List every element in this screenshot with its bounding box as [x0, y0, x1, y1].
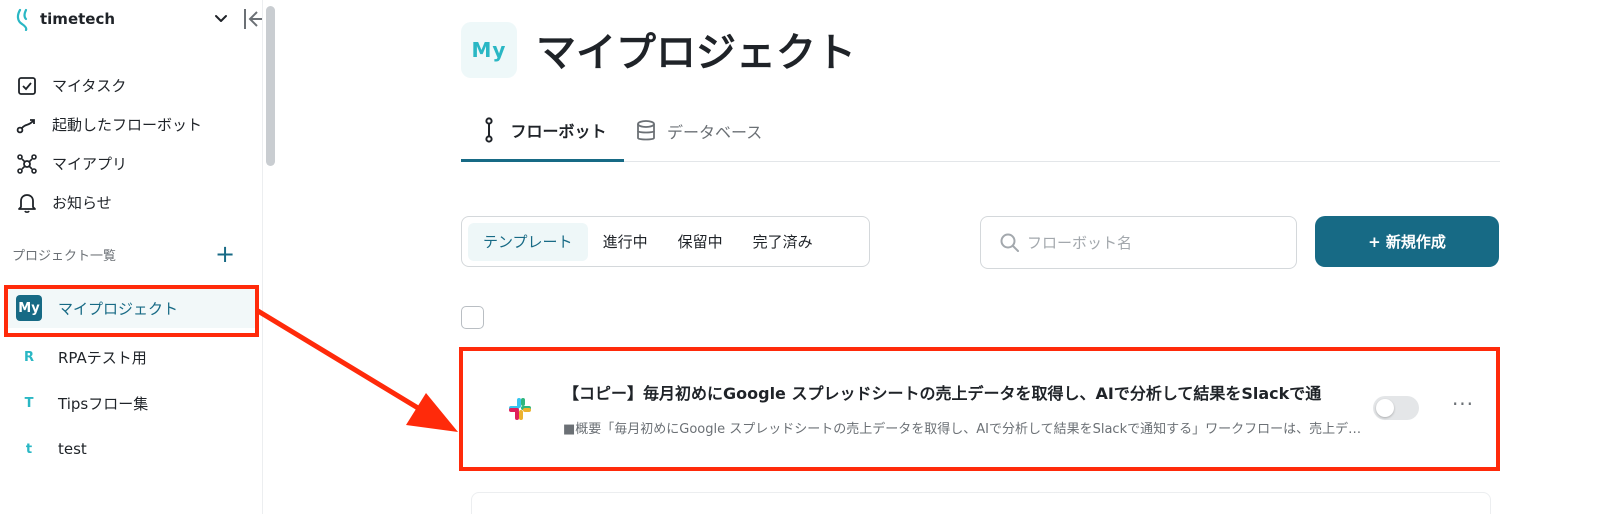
project-item-test[interactable]: t test [8, 426, 256, 472]
slack-icon [509, 398, 531, 420]
tab-database[interactable]: データベース [635, 100, 762, 162]
sidebar: timetech マイタスク 起動したフローボット マイアプリ お知らせ プロジ… [0, 0, 278, 514]
chevron-down-icon[interactable] [212, 8, 230, 30]
create-new-button[interactable]: + 新規作成 [1315, 216, 1499, 267]
project-badge: T [24, 395, 34, 411]
page-title: マイプロジェクト [536, 30, 856, 76]
flowbot-row[interactable]: 【コピー】毎月初めにGoogle スプレッドシートの売上データを取得し、AIで分… [471, 356, 1491, 462]
add-project-button[interactable]: + [214, 242, 236, 266]
project-label: RPAテスト用 [58, 348, 147, 367]
filter-completed[interactable]: 完了済み [738, 223, 828, 261]
sidebar-scrollbar-thumb[interactable] [266, 6, 275, 166]
nav-item-notifications[interactable]: お知らせ [16, 183, 256, 222]
workspace-name: timetech [40, 10, 116, 28]
nav-label: マイタスク [52, 77, 127, 95]
checkbox-icon [16, 75, 38, 97]
nav-item-my-apps[interactable]: マイアプリ [16, 144, 256, 183]
bell-icon [16, 192, 38, 214]
nav-label: マイアプリ [52, 155, 128, 173]
project-badge: t [25, 441, 33, 457]
flowbot-search [980, 216, 1297, 269]
filter-template[interactable]: テンプレート [468, 222, 588, 261]
tab-label: データベース [667, 123, 763, 142]
flowbot-enable-toggle[interactable] [1373, 396, 1419, 420]
project-item-tips[interactable]: T Tipsフロー集 [8, 380, 256, 426]
project-label: Tipsフロー集 [58, 394, 149, 413]
nav-item-my-tasks[interactable]: マイタスク [16, 66, 256, 105]
project-item-rpa-test[interactable]: R RPAテスト用 [8, 334, 256, 380]
tab-label: フローボット [510, 121, 607, 141]
flowbot-title[interactable]: 【コピー】毎月初めにGoogle スプレッドシートの売上データを取得し、AIで分… [563, 380, 1373, 404]
sidebar-nav: マイタスク 起動したフローボット マイアプリ お知らせ [16, 66, 256, 222]
project-badge: R [23, 349, 34, 365]
project-label: マイプロジェクト [58, 299, 179, 318]
nav-item-launched-flows[interactable]: 起動したフローボット [16, 105, 256, 144]
select-all-checkbox[interactable] [461, 306, 484, 329]
project-list: My マイプロジェクト R RPAテスト用 T Tipsフロー集 t test [8, 288, 256, 472]
workspace-switcher[interactable]: timetech [16, 6, 267, 32]
project-item-my-project[interactable]: My マイプロジェクト [8, 288, 256, 328]
nav-label: お知らせ [52, 194, 112, 212]
flowbot-icon [485, 116, 494, 143]
filter-on-hold[interactable]: 保留中 [663, 223, 738, 261]
filter-in-progress[interactable]: 進行中 [588, 223, 663, 261]
flow-icon [16, 114, 38, 136]
status-filter-group: テンプレート 進行中 保留中 完了済み [461, 216, 870, 267]
project-tabs: フローボット データベース [461, 100, 1500, 162]
flowbot-row[interactable] [471, 492, 1491, 514]
more-options-button[interactable]: ··· [1447, 392, 1479, 418]
search-icon [1000, 233, 1019, 252]
projects-heading: プロジェクト一覧 [12, 249, 117, 264]
project-label: test [58, 440, 87, 458]
project-badge-large: My [461, 22, 517, 78]
flowbot-search-input[interactable] [1027, 233, 1277, 252]
apps-icon [16, 153, 38, 175]
database-icon [637, 120, 655, 141]
flowbot-description: ■概要「毎月初めにGoogle スプレッドシートの売上データを取得し、AIで分析… [563, 422, 1363, 437]
nav-label: 起動したフローボット [52, 116, 203, 134]
timetech-logo-icon [16, 8, 28, 31]
tab-flowbot[interactable]: フローボット [461, 100, 624, 162]
project-badge: My [16, 295, 42, 321]
